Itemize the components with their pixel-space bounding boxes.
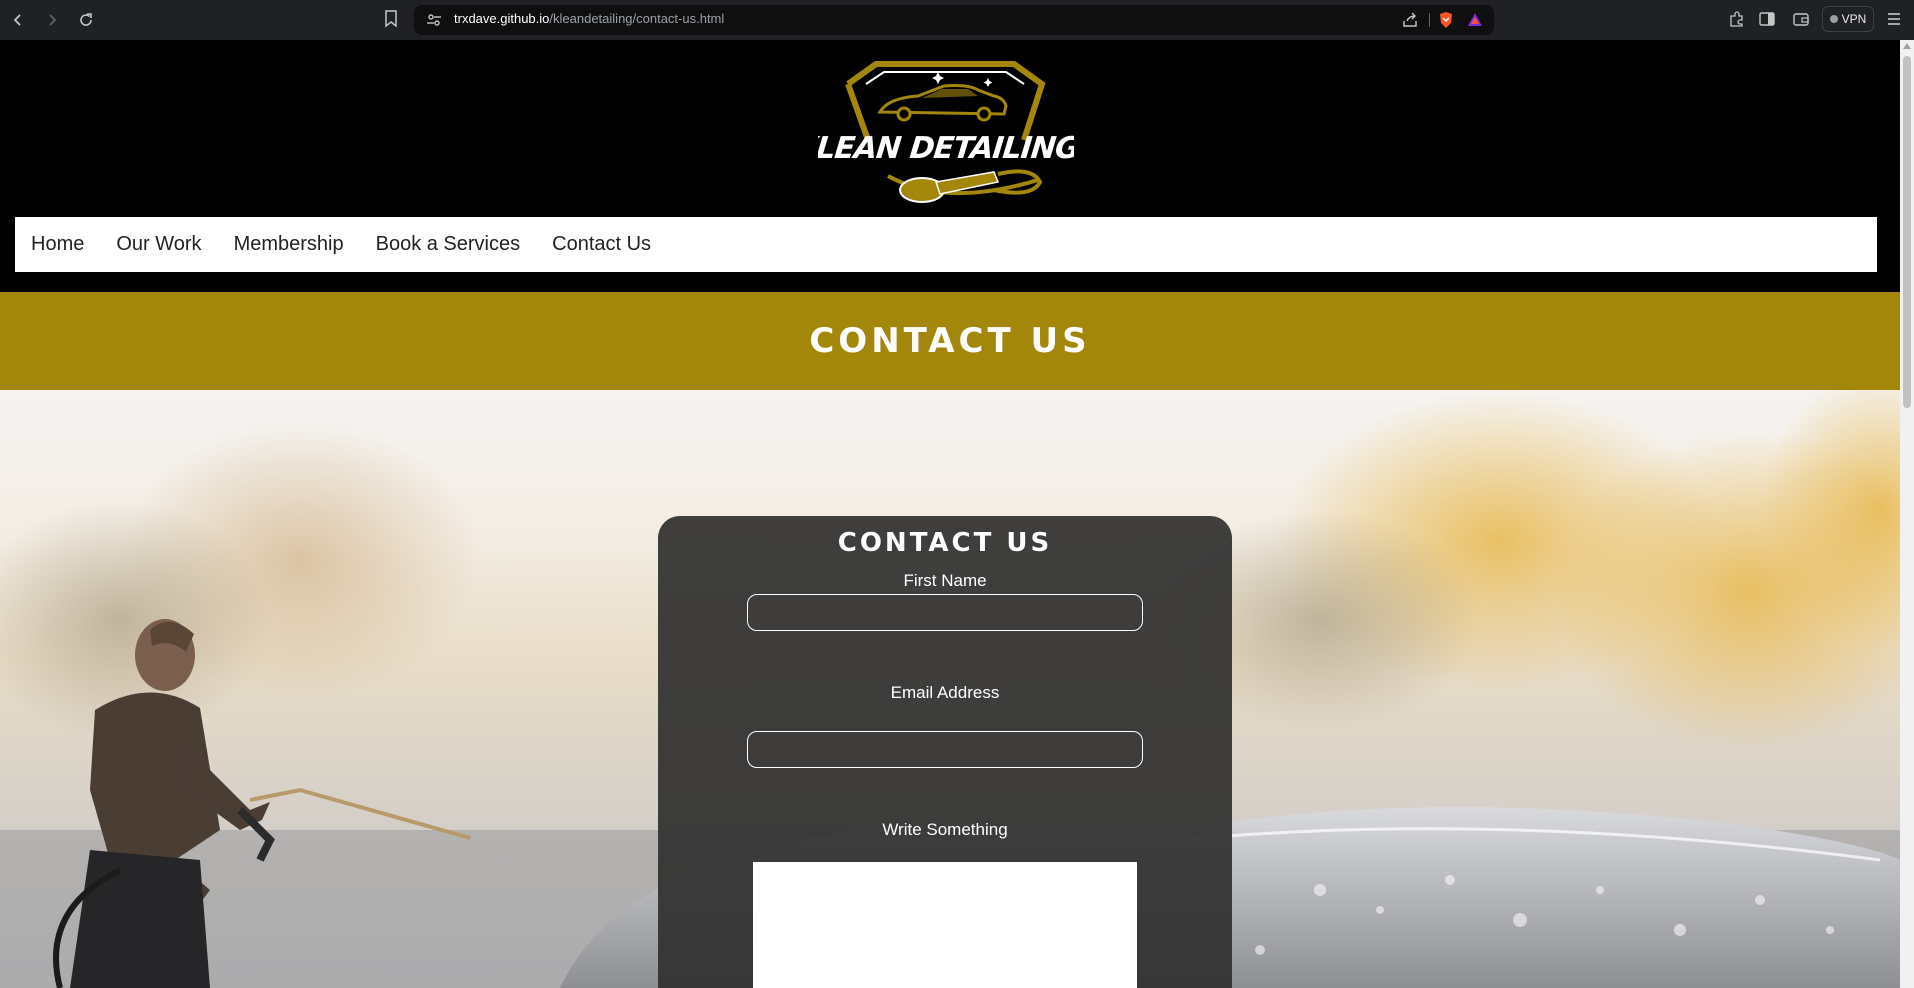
- nav-our-work[interactable]: Our Work: [116, 233, 201, 256]
- divider: [1429, 13, 1430, 27]
- back-icon[interactable]: [6, 8, 30, 32]
- nav-book-a-services[interactable]: Book a Services: [376, 233, 521, 256]
- wallet-icon[interactable]: [1792, 10, 1810, 28]
- scroll-up-icon[interactable]: [1903, 43, 1911, 49]
- extensions-icon[interactable]: [1728, 10, 1746, 28]
- first-name-label: First Name: [903, 571, 987, 590]
- email-input[interactable]: [747, 731, 1143, 768]
- main-nav: Home Our Work Membership Book a Services…: [15, 217, 1877, 272]
- brave-rewards-icon[interactable]: [1466, 11, 1484, 29]
- message-textarea[interactable]: [753, 862, 1137, 988]
- message-label: Write Something: [882, 820, 1008, 839]
- site-settings-icon[interactable]: [426, 12, 442, 28]
- nav-contact-us[interactable]: Contact Us: [552, 233, 651, 256]
- klean-detailing-logo[interactable]: KLEAN DETAILING: [818, 58, 1074, 216]
- forward-icon[interactable]: [40, 8, 64, 32]
- sidebar-icon[interactable]: [1758, 10, 1776, 28]
- url-text: trxdave.github.io/kleandetailing/contact…: [454, 11, 725, 26]
- page-viewport: KLEAN DETAILING Home Our Work Membership…: [0, 40, 1900, 988]
- bookmark-icon[interactable]: [384, 10, 398, 28]
- page-scrollbar[interactable]: [1900, 40, 1914, 988]
- scrollbar-thumb[interactable]: [1903, 56, 1911, 408]
- contact-form-card: CONTACT US First Name Email Address Writ…: [658, 516, 1232, 988]
- form-title: CONTACT US: [837, 528, 1053, 558]
- email-label: Email Address: [890, 683, 1000, 702]
- nav-home[interactable]: Home: [31, 233, 84, 256]
- logo-wordmark: KLEAN DETAILING: [818, 131, 1074, 166]
- brave-shields-icon[interactable]: [1438, 11, 1454, 29]
- share-icon[interactable]: [1402, 12, 1418, 28]
- page-banner: CONTACT US: [0, 292, 1900, 390]
- banner-title: CONTACT US: [809, 321, 1091, 361]
- nav-membership[interactable]: Membership: [234, 233, 344, 256]
- browser-toolbar: trxdave.github.io/kleandetailing/contact…: [0, 0, 1914, 40]
- menu-icon[interactable]: [1886, 10, 1902, 28]
- reload-icon[interactable]: [74, 8, 98, 32]
- address-bar[interactable]: trxdave.github.io/kleandetailing/contact…: [414, 5, 1494, 35]
- vpn-status-icon: [1829, 15, 1838, 23]
- vpn-button[interactable]: VPN: [1822, 6, 1874, 32]
- first-name-input[interactable]: [747, 594, 1143, 631]
